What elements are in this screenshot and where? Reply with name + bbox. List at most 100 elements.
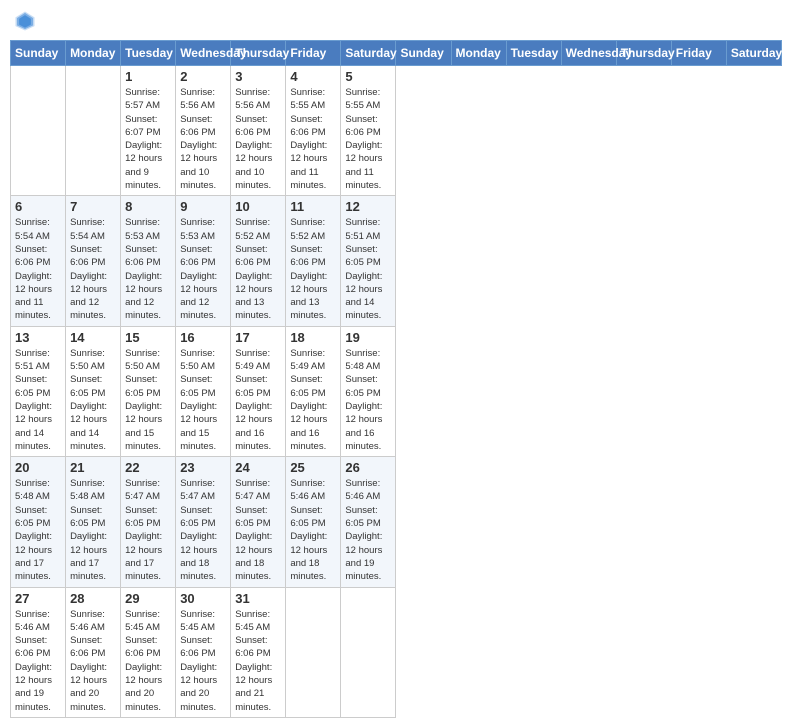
day-header-friday: Friday — [286, 41, 341, 66]
day-info: Sunrise: 5:50 AMSunset: 6:05 PMDaylight:… — [125, 347, 171, 453]
day-info: Sunrise: 5:49 AMSunset: 6:05 PMDaylight:… — [290, 347, 336, 453]
day-cell: 5Sunrise: 5:55 AMSunset: 6:06 PMDaylight… — [341, 66, 396, 196]
day-number: 5 — [345, 69, 391, 84]
day-info: Sunrise: 5:45 AMSunset: 6:06 PMDaylight:… — [180, 608, 226, 714]
day-info: Sunrise: 5:48 AMSunset: 6:05 PMDaylight:… — [15, 477, 61, 583]
day-cell: 29 Sunrise: 5:45 AMSunset: 6:06 PMDayligh… — [121, 587, 176, 717]
day-number: 9 — [180, 199, 226, 214]
day-number: 24 — [235, 460, 281, 475]
calendar-table: SundayMondayTuesdayWednesdayThursdayFrid… — [10, 40, 782, 718]
day-info: Sunrise: 5:45 AMSunset: 6:06 PMDaylight:… — [235, 608, 281, 714]
day-cell: 25Sunrise: 5:46 AMSunset: 6:05 PMDayligh… — [286, 457, 341, 587]
day-info: Sunrise: 5:52 AMSunset: 6:06 PMDaylight:… — [235, 216, 281, 322]
day-cell: 30 Sunrise: 5:45 AMSunset: 6:06 PMDayligh… — [176, 587, 231, 717]
day-cell — [286, 587, 341, 717]
day-cell: 19 Sunrise: 5:48 AMSunset: 6:05 PMDayligh… — [341, 326, 396, 456]
day-info: Sunrise: 5:47 AMSunset: 6:05 PMDaylight:… — [125, 477, 171, 583]
day-number: 19 — [345, 330, 391, 345]
day-info: Sunrise: 5:46 AMSunset: 6:06 PMDaylight:… — [70, 608, 116, 714]
day-number: 12 — [345, 199, 391, 214]
day-header-sunday: Sunday — [396, 41, 451, 66]
day-number: 1 — [125, 69, 171, 84]
day-info: Sunrise: 5:47 AMSunset: 6:05 PMDaylight:… — [180, 477, 226, 583]
day-number: 21 — [70, 460, 116, 475]
day-cell: 24 Sunrise: 5:47 AMSunset: 6:05 PMDayligh… — [231, 457, 286, 587]
day-info: Sunrise: 5:50 AMSunset: 6:05 PMDaylight:… — [70, 347, 116, 453]
day-header-wednesday: Wednesday — [176, 41, 231, 66]
day-info: Sunrise: 5:45 AMSunset: 6:06 PMDaylight:… — [125, 608, 171, 714]
day-number: 2 — [180, 69, 226, 84]
day-number: 26 — [345, 460, 391, 475]
day-cell: 12 Sunrise: 5:51 AMSunset: 6:05 PMDayligh… — [341, 196, 396, 326]
day-header-thursday: Thursday — [616, 41, 671, 66]
day-info: Sunrise: 5:54 AMSunset: 6:06 PMDaylight:… — [15, 216, 61, 322]
page-header — [10, 10, 782, 32]
day-cell: 20Sunrise: 5:48 AMSunset: 6:05 PMDayligh… — [11, 457, 66, 587]
day-info: Sunrise: 5:53 AMSunset: 6:06 PMDaylight:… — [125, 216, 171, 322]
day-cell: 14 Sunrise: 5:50 AMSunset: 6:05 PMDayligh… — [66, 326, 121, 456]
day-number: 30 — [180, 591, 226, 606]
day-header-monday: Monday — [66, 41, 121, 66]
week-row-1: 1 Sunrise: 5:57 AMSunset: 6:07 PMDaylight… — [11, 66, 782, 196]
day-header-tuesday: Tuesday — [506, 41, 561, 66]
day-info: Sunrise: 5:47 AMSunset: 6:05 PMDaylight:… — [235, 477, 281, 583]
day-cell: 22 Sunrise: 5:47 AMSunset: 6:05 PMDayligh… — [121, 457, 176, 587]
day-number: 4 — [290, 69, 336, 84]
day-header-sunday: Sunday — [11, 41, 66, 66]
day-header-friday: Friday — [671, 41, 726, 66]
day-cell: 8Sunrise: 5:53 AMSunset: 6:06 PMDaylight… — [121, 196, 176, 326]
day-cell: 27 Sunrise: 5:46 AMSunset: 6:06 PMDayligh… — [11, 587, 66, 717]
day-info: Sunrise: 5:52 AMSunset: 6:06 PMDaylight:… — [290, 216, 336, 322]
day-info: Sunrise: 5:54 AMSunset: 6:06 PMDaylight:… — [70, 216, 116, 322]
day-number: 13 — [15, 330, 61, 345]
day-number: 28 — [70, 591, 116, 606]
day-number: 15 — [125, 330, 171, 345]
day-cell — [66, 66, 121, 196]
day-info: Sunrise: 5:49 AMSunset: 6:05 PMDaylight:… — [235, 347, 281, 453]
day-cell: 28 Sunrise: 5:46 AMSunset: 6:06 PMDayligh… — [66, 587, 121, 717]
day-cell: 23Sunrise: 5:47 AMSunset: 6:05 PMDayligh… — [176, 457, 231, 587]
day-info: Sunrise: 5:50 AMSunset: 6:05 PMDaylight:… — [180, 347, 226, 453]
day-cell — [341, 587, 396, 717]
day-info: Sunrise: 5:56 AMSunset: 6:06 PMDaylight:… — [180, 86, 226, 192]
day-cell: 17Sunrise: 5:49 AMSunset: 6:05 PMDayligh… — [231, 326, 286, 456]
day-info: Sunrise: 5:53 AMSunset: 6:06 PMDaylight:… — [180, 216, 226, 322]
day-info: Sunrise: 5:55 AMSunset: 6:06 PMDaylight:… — [290, 86, 336, 192]
day-cell: 21 Sunrise: 5:48 AMSunset: 6:05 PMDayligh… — [66, 457, 121, 587]
day-number: 7 — [70, 199, 116, 214]
day-header-thursday: Thursday — [231, 41, 286, 66]
day-info: Sunrise: 5:48 AMSunset: 6:05 PMDaylight:… — [70, 477, 116, 583]
day-cell: 1 Sunrise: 5:57 AMSunset: 6:07 PMDaylight… — [121, 66, 176, 196]
day-number: 14 — [70, 330, 116, 345]
day-number: 22 — [125, 460, 171, 475]
day-number: 11 — [290, 199, 336, 214]
day-cell: 18 Sunrise: 5:49 AMSunset: 6:05 PMDayligh… — [286, 326, 341, 456]
week-row-4: 20Sunrise: 5:48 AMSunset: 6:05 PMDayligh… — [11, 457, 782, 587]
day-cell: 6 Sunrise: 5:54 AMSunset: 6:06 PMDaylight… — [11, 196, 66, 326]
day-info: Sunrise: 5:46 AMSunset: 6:05 PMDaylight:… — [345, 477, 391, 583]
day-number: 27 — [15, 591, 61, 606]
day-number: 18 — [290, 330, 336, 345]
day-header-saturday: Saturday — [341, 41, 396, 66]
day-cell: 3Sunrise: 5:56 AMSunset: 6:06 PMDaylight… — [231, 66, 286, 196]
day-info: Sunrise: 5:57 AMSunset: 6:07 PMDaylight:… — [125, 86, 171, 192]
logo-icon — [14, 10, 36, 32]
day-info: Sunrise: 5:51 AMSunset: 6:05 PMDaylight:… — [345, 216, 391, 322]
day-cell: 2 Sunrise: 5:56 AMSunset: 6:06 PMDaylight… — [176, 66, 231, 196]
day-cell: 26 Sunrise: 5:46 AMSunset: 6:05 PMDayligh… — [341, 457, 396, 587]
day-info: Sunrise: 5:46 AMSunset: 6:06 PMDaylight:… — [15, 608, 61, 714]
day-cell: 9 Sunrise: 5:53 AMSunset: 6:06 PMDaylight… — [176, 196, 231, 326]
day-info: Sunrise: 5:48 AMSunset: 6:05 PMDaylight:… — [345, 347, 391, 453]
day-header-monday: Monday — [451, 41, 506, 66]
day-header-wednesday: Wednesday — [561, 41, 616, 66]
day-number: 29 — [125, 591, 171, 606]
day-cell: 11 Sunrise: 5:52 AMSunset: 6:06 PMDayligh… — [286, 196, 341, 326]
day-number: 6 — [15, 199, 61, 214]
week-row-3: 13Sunrise: 5:51 AMSunset: 6:05 PMDayligh… — [11, 326, 782, 456]
day-cell: 16Sunrise: 5:50 AMSunset: 6:05 PMDayligh… — [176, 326, 231, 456]
day-number: 10 — [235, 199, 281, 214]
day-cell — [11, 66, 66, 196]
day-cell: 4 Sunrise: 5:55 AMSunset: 6:06 PMDaylight… — [286, 66, 341, 196]
day-cell: 10 Sunrise: 5:52 AMSunset: 6:06 PMDayligh… — [231, 196, 286, 326]
day-cell: 31Sunrise: 5:45 AMSunset: 6:06 PMDayligh… — [231, 587, 286, 717]
